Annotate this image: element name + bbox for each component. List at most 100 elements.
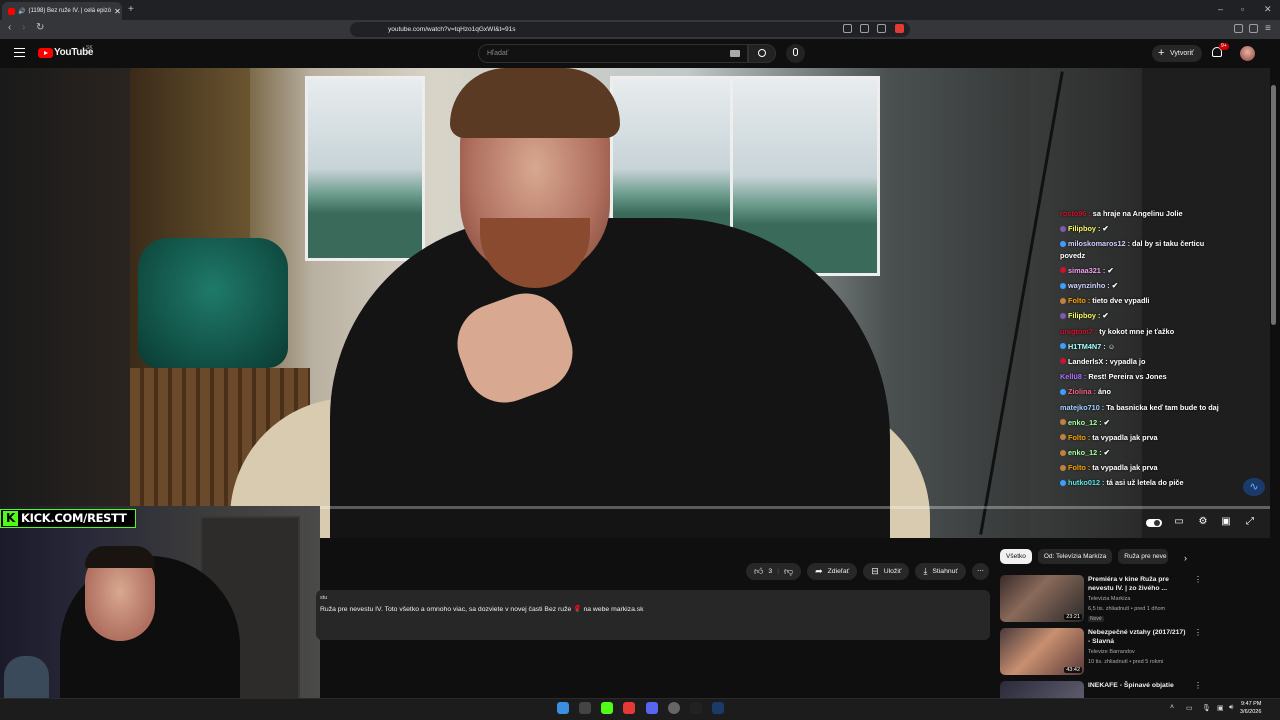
chat-separator: : [1097,311,1101,321]
video-title[interactable]: Nebezpečné vztahy (2017/217) - Slavná [1088,628,1188,647]
chat-text: ✔ [1103,448,1110,458]
filter-chip[interactable]: Od: Televízia Markíza [1037,549,1113,564]
x-app-icon[interactable] [690,702,702,714]
subtitles-icon[interactable]: ▭ [1173,517,1185,527]
chat-separator: : [1087,296,1091,306]
filter-chip[interactable]: Ruža pre neve [1118,549,1169,564]
video-title[interactable]: Premiéra v kine Ruža pre nevestu IV. | z… [1088,575,1188,594]
autoplay-toggle[interactable] [1146,519,1162,527]
reload-icon[interactable]: ↻ [36,22,44,33]
translate-icon[interactable] [843,24,852,33]
chevron-right-icon[interactable]: › [1184,553,1187,563]
description-box[interactable]: stu Ruža pre nevestu IV. Toto všetko a o… [316,590,990,640]
tray-mic-icon[interactable]: 🎙︎ [1202,704,1211,712]
share-button[interactable]: ➦ Zdieľať [807,563,858,580]
video-player[interactable] [130,68,1142,538]
cast-icon[interactable] [860,24,869,33]
new-tab-button[interactable]: + [128,4,134,15]
volume-icon[interactable]: 🔊︎ [1229,704,1233,712]
video-title[interactable]: INEKAFE - Špinavé objatie [1088,681,1188,690]
kick-app-icon[interactable] [601,702,613,714]
network-icon[interactable]: ▣ [1217,704,1224,712]
chat-text: ty kokot mne je ťažko [1099,326,1175,336]
steam-icon[interactable] [712,702,724,714]
close-window-button[interactable]: ✕ [1264,4,1272,15]
description-meta: stu [320,595,328,601]
chat-badge-icon [1060,464,1066,471]
taskbar-clock[interactable]: 9:47 PM 3/6/2026 [1240,700,1261,716]
video-meta: 10 tis. zhliadnutí • pred 5 rokmi [1088,659,1164,665]
video-scene-plant [138,238,288,368]
bookmark-save-icon: ⊟ [871,566,879,576]
obs-icon[interactable] [668,702,680,714]
maximize-button[interactable]: ▫ [1241,4,1244,14]
page-scrollbar[interactable] [1271,85,1276,325]
create-button[interactable]: + Vytvoriť [1152,45,1202,62]
filter-chip[interactable]: Všetko [1000,549,1032,564]
chat-separator: : [1087,432,1091,442]
chat-username: Folto [1068,296,1086,306]
channel-name[interactable]: Televízia Markíza [1088,596,1131,602]
chat-username: Filipboy [1068,224,1096,234]
recommended-video[interactable]: 43:42 Nebezpečné vztahy (2017/217) - Slav… [1000,628,1200,678]
url-field[interactable]: youtube.com/watch?v=tqHzo1qGxWI&t=91s [350,22,910,37]
video-thumbnail[interactable]: 23:21 [1000,575,1084,622]
video-thumbnail[interactable] [1000,681,1084,698]
chat-message: H1TM4N7: ☺ [1060,341,1220,352]
fullscreen-icon[interactable]: ⤢ [1244,517,1256,527]
browser-tab-bar [0,0,1280,20]
like-button[interactable]: 👍︎ 3 | 👎︎ [746,563,802,580]
back-button[interactable]: ‹ [8,22,11,33]
recommended-video[interactable]: 23:21 Premiéra v kine Ruža pre nevestu IV… [1000,575,1200,625]
keyboard-icon[interactable] [730,50,740,57]
youtube-logo-icon[interactable] [38,48,53,58]
channel-name[interactable]: Televize Barrandov [1088,649,1135,655]
more-options-icon[interactable]: ⋮ [1194,628,1200,637]
browser-tab[interactable]: 🔊 (1198) Bez ruže IV. | celá epizó ✕ [2,2,122,20]
task-view-icon[interactable] [579,702,591,714]
chat-username: unigtom7 [1060,326,1093,336]
tray-chevron-icon[interactable]: ˄ [1170,704,1174,711]
settings-gear-icon[interactable]: ⚙ [1197,517,1209,527]
extensions-icon[interactable] [1234,24,1243,33]
search-input[interactable]: Hľadať [478,44,748,63]
forward-button[interactable]: › [22,22,25,33]
brave-shield-icon[interactable] [895,24,904,33]
more-actions-button[interactable]: ⋯ [971,563,989,580]
more-options-icon[interactable]: ⋮ [1194,681,1200,690]
recommended-video[interactable]: INEKAFE - Špinavé objatie ⋮ [1000,681,1200,698]
media-icon[interactable] [1249,24,1258,33]
miniplayer-icon[interactable]: ▣ [1220,517,1232,527]
chat-text: ta vypadla jak prva [1092,463,1158,473]
share-page-icon[interactable] [877,24,886,33]
start-menu-icon[interactable] [557,702,569,714]
chat-text: ✔ [1102,311,1109,321]
mic-icon [793,48,798,56]
thumbs-down-icon[interactable]: 👎︎ [784,563,793,580]
avatar[interactable] [1240,46,1255,61]
video-duration: 23:21 [1064,614,1082,620]
chat-username: hutko012 [1068,478,1101,488]
save-button[interactable]: ⊟ Uložiť [863,563,910,580]
kick-channel-text: KICK.COM/RESTT [21,511,127,525]
video-thumbnail[interactable]: 43:42 [1000,628,1084,675]
chat-text: tá asi už letela do piče [1106,478,1184,488]
chat-separator: : [1093,387,1096,397]
audio-icon: 🔊 [18,8,26,15]
tray-app-icon[interactable]: ▭ [1186,704,1193,712]
search-button[interactable] [748,44,776,63]
stream-chat-overlay: rosto96: sa hraje na Angelinu Jolie Filipb… [1060,208,1220,493]
discord-icon[interactable] [646,702,658,714]
download-button[interactable]: ⤓ Stiahnuť [915,563,966,580]
minimize-button[interactable]: – [1218,4,1223,14]
kick-logo-icon: K [3,511,18,526]
chat-text: Ta basnicka keď tam bude to daj [1106,402,1219,412]
more-options-icon[interactable]: ⋮ [1194,575,1200,584]
menu-icon[interactable]: ≡ [1265,23,1271,34]
voice-search-button[interactable] [786,44,805,63]
chat-username: Folto [1068,463,1086,473]
hamburger-icon[interactable] [14,48,25,57]
chat-username: LanderlsX [1068,356,1104,366]
brave-browser-icon[interactable] [623,702,635,714]
close-tab-icon[interactable]: ✕ [114,7,121,16]
